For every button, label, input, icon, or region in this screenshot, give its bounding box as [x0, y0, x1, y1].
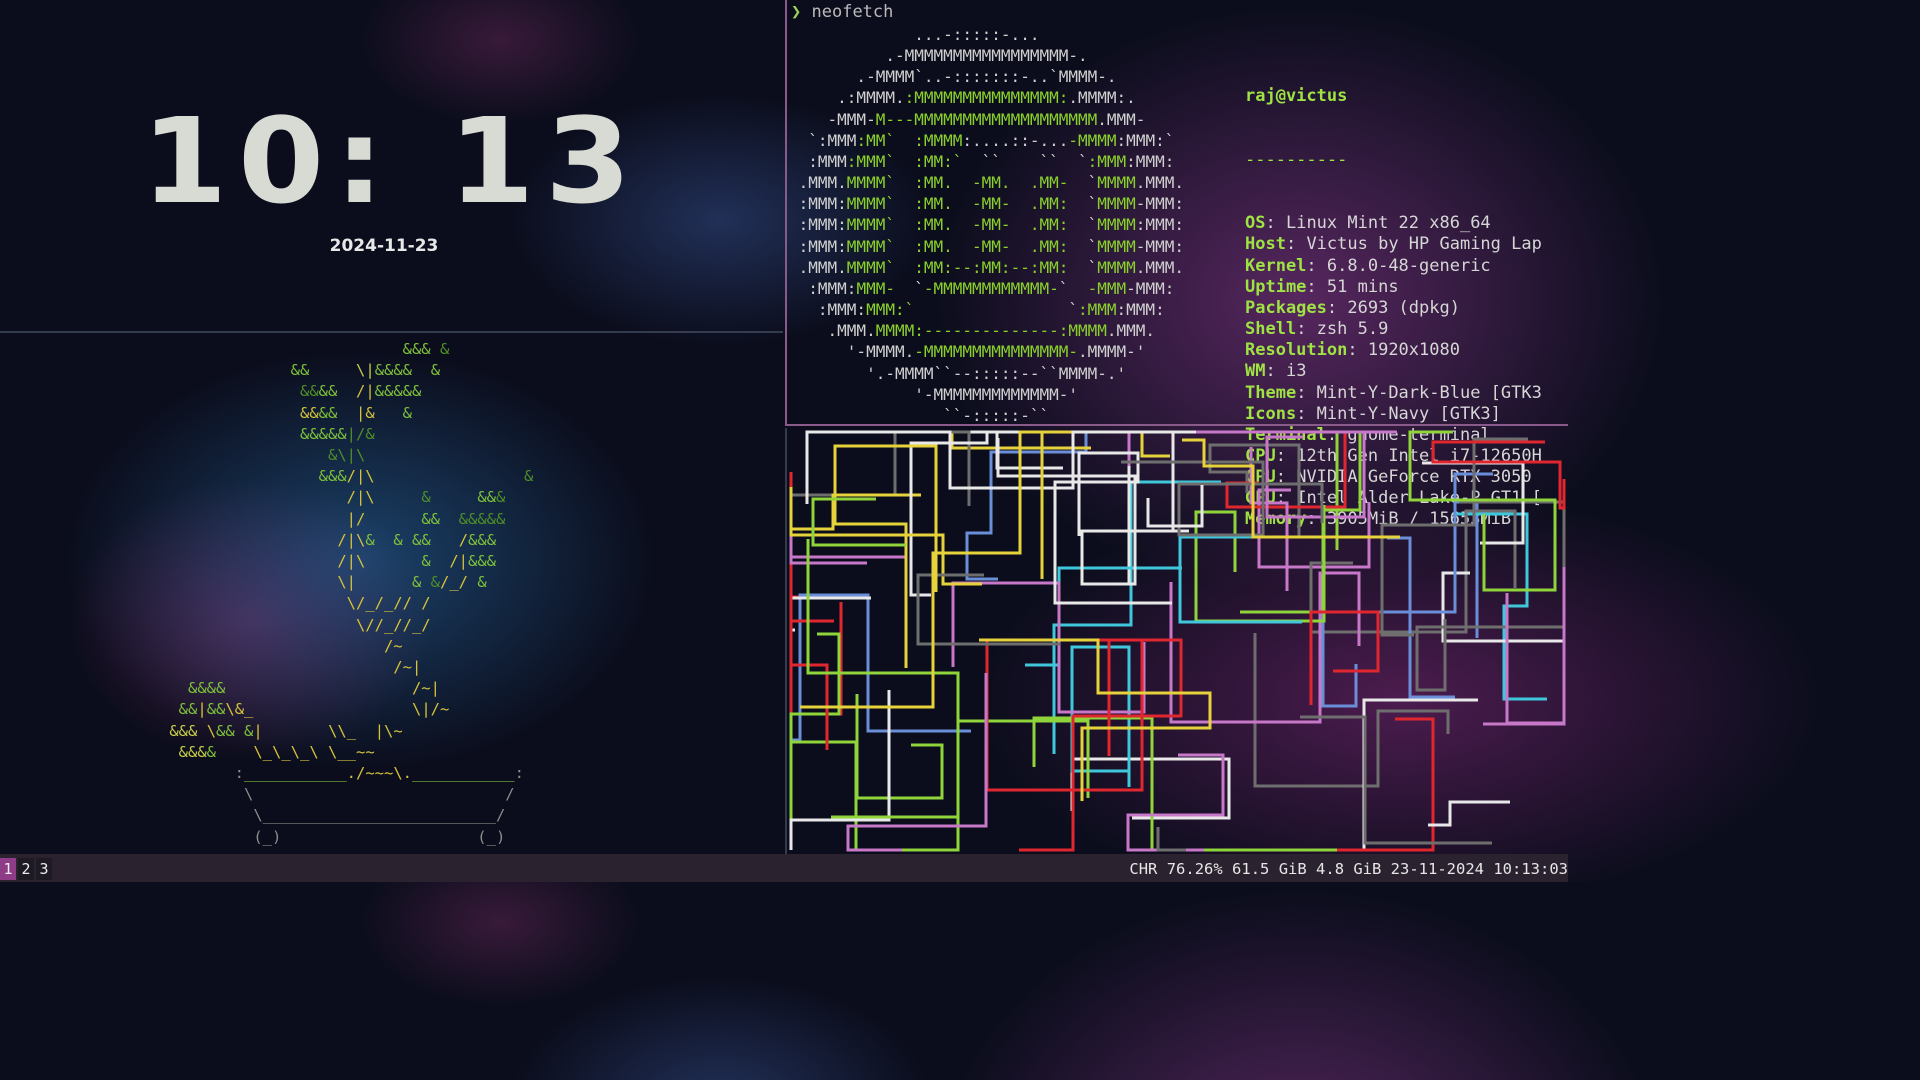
- info-separator: ----------: [1245, 149, 1348, 170]
- info-row: Shell: zsh 5.9: [1245, 319, 1389, 340]
- bonsai-ascii-art: &&& & && \|&&&& & &&&& /|&&&&& &&&& |& &…: [160, 340, 534, 846]
- user-host: raj@victus: [1245, 86, 1348, 107]
- pipe-segment: [1249, 447, 1289, 591]
- info-value: 51 mins: [1326, 276, 1399, 297]
- pipe-segment: [996, 438, 1189, 586]
- pipe-segment: [1415, 500, 1566, 692]
- info-value: Linux Mint 22 x86_64: [1285, 213, 1491, 234]
- pipe-segment: [916, 573, 1060, 646]
- pipe-segment: [811, 497, 906, 547]
- info-key: OS: [1245, 213, 1266, 234]
- info-row: Host: Victus by HP Gaming Lap: [1245, 234, 1542, 255]
- info-value: Mint-Y-Navy [GTK3]: [1316, 403, 1501, 424]
- info-row: Icons: Mint-Y-Navy [GTK3]: [1245, 403, 1501, 424]
- pipe-segment: [789, 491, 982, 586]
- status-text: CHR 76.26% 61.5 GiB 4.8 GiB 23-11-2024 1…: [1129, 860, 1568, 878]
- info-row: Kernel: 6.8.0-48-generic: [1245, 255, 1491, 276]
- workspace-3-button[interactable]: 3: [36, 858, 52, 880]
- info-value: Mint-Y-Dark-Blue [GTK3: [1316, 382, 1542, 403]
- workspace-1-button[interactable]: 1: [0, 858, 16, 880]
- info-value: zsh 5.9: [1316, 319, 1389, 340]
- pipe-segment: [789, 596, 871, 632]
- pipe-segment: [965, 432, 1088, 581]
- info-key: Packages: [1245, 297, 1327, 318]
- mint-ascii-logo: ...-:::::-... .-MMMMMMMMMMMMMMMMM-. .-MM…: [798, 25, 1184, 425]
- clock-time: 10: 13: [141, 92, 642, 230]
- info-value: 1920x1080: [1367, 340, 1460, 361]
- info-row: Theme: Mint-Y-Dark-Blue [GTK3: [1245, 382, 1542, 403]
- pipe-segment: [789, 593, 971, 742]
- clock-date: 2024-11-23: [329, 236, 439, 256]
- info-key: Kernel: [1245, 255, 1307, 276]
- pipe-segment: [1146, 485, 1204, 528]
- pipe-segment: [1428, 800, 1510, 827]
- info-value: Victus by HP Gaming Lap: [1306, 234, 1542, 255]
- i3-status-bar: 1 2 3 CHR 76.26% 61.5 GiB 4.8 GiB 23-11-…: [0, 854, 1568, 882]
- bonsai-pane: &&& & && \|&&&& & &&&& /|&&&&& &&&& |& &…: [0, 335, 783, 854]
- pipe-segment: [1178, 535, 1302, 624]
- neofetch-terminal[interactable]: ❯ neofetch ...-:::::-... .-MMMMMMMMMMMMM…: [785, 0, 1568, 529]
- command-text: neofetch: [811, 2, 894, 22]
- workspace-2-button[interactable]: 2: [18, 858, 34, 880]
- info-row: WM: i3: [1245, 361, 1307, 382]
- info-row: Resolution: 1920x1080: [1245, 340, 1460, 361]
- pipe-segment: [1156, 827, 1186, 852]
- info-key: Shell: [1245, 319, 1297, 340]
- pipes-terminal[interactable]: [785, 428, 1568, 854]
- shell-prompt: ❯ neofetch: [791, 2, 893, 22]
- pipe-segment: [855, 694, 944, 800]
- info-key: Host: [1245, 234, 1286, 255]
- info-key: WM: [1245, 361, 1266, 382]
- pipe-segment: [1169, 571, 1361, 724]
- pipe-segment: [1032, 716, 1337, 852]
- info-row: Uptime: 51 mins: [1245, 276, 1399, 297]
- info-value: 2693 (dpkg): [1347, 297, 1460, 318]
- pipes-animation: [789, 430, 1566, 852]
- info-value: i3: [1285, 361, 1307, 382]
- info-key: Theme: [1245, 382, 1297, 403]
- info-row: Packages: 2693 (dpkg): [1245, 297, 1460, 318]
- pipe-segment: [791, 719, 1090, 852]
- info-value: 6.8.0-48-generic: [1326, 255, 1491, 276]
- info-key: Icons: [1245, 403, 1297, 424]
- clock-pane: 10: 13 2024-11-23: [0, 0, 783, 333]
- info-row: OS: Linux Mint 22 x86_64: [1245, 213, 1491, 234]
- info-key: Uptime: [1245, 276, 1307, 297]
- pipe-segment: [1431, 440, 1566, 510]
- pipe-segment: [1225, 432, 1347, 509]
- pipe-segment: [1253, 633, 1450, 788]
- pipe-segment: [1300, 715, 1492, 845]
- prompt-arrow-icon: ❯: [791, 2, 802, 22]
- info-key: Resolution: [1245, 340, 1348, 361]
